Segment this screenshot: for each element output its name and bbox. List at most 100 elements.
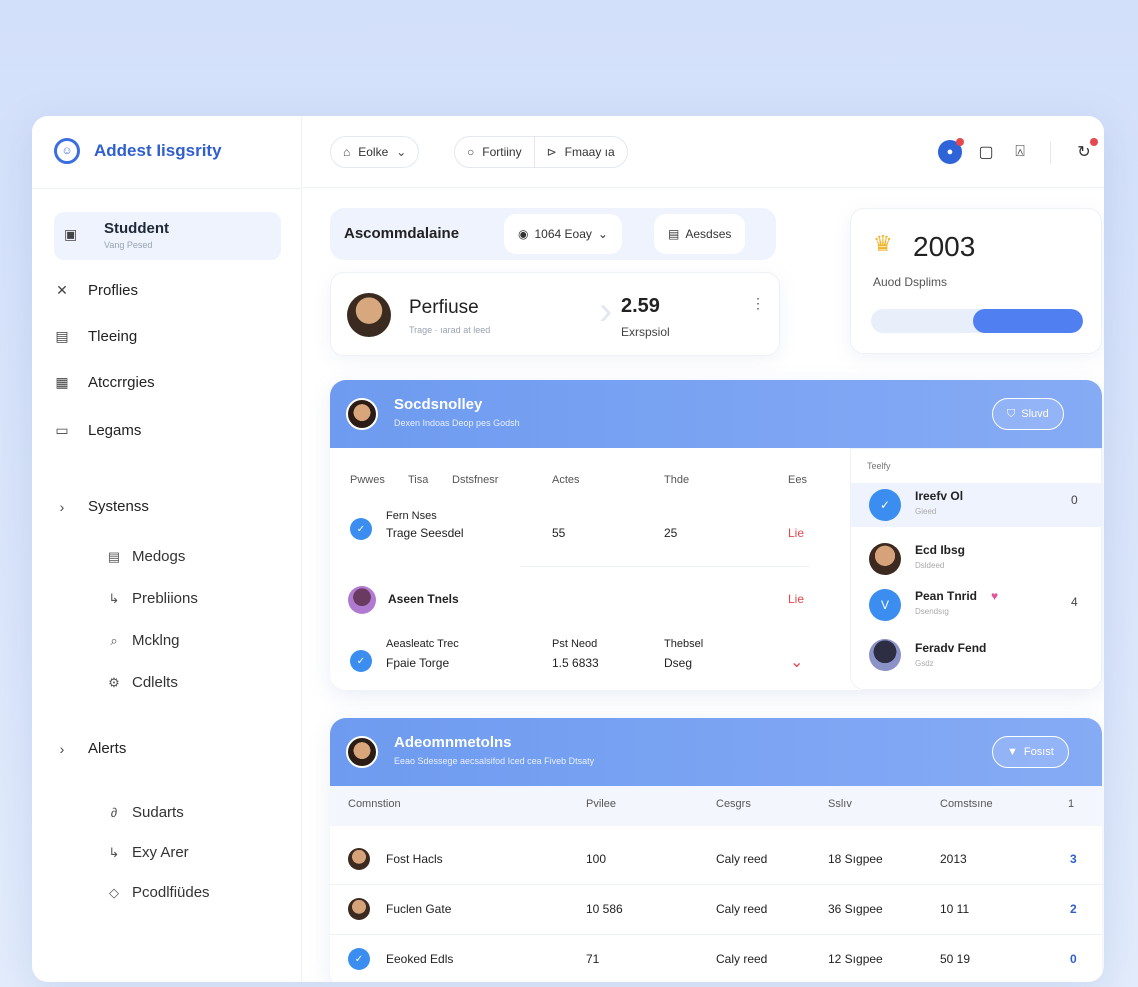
row-name[interactable]: Fost Hacls [386, 852, 443, 866]
sidebar-item-testing[interactable]: ▤ Tleeing [54, 328, 137, 345]
side-item-name[interactable]: Feradv Fend [915, 641, 986, 655]
side-item-name[interactable]: Ireefv Ol [915, 489, 963, 503]
sidebar-item-legams[interactable]: ▭ Legams [54, 422, 141, 439]
row-name[interactable]: Eeoked Edls [386, 952, 453, 966]
view-select[interactable]: ⌂ Eolke ⌄ [330, 136, 420, 168]
profile-value-label: Exrspsiol [621, 325, 670, 339]
column-header[interactable]: Actes [552, 474, 580, 486]
avatar [347, 293, 391, 337]
chevron-down-icon: ⌄ [597, 227, 608, 241]
avatar [348, 586, 376, 614]
chevron-down-icon: ⌄ [396, 145, 407, 159]
column-header[interactable]: Pwwes [350, 474, 385, 486]
filter-button[interactable]: ▼ Fosıst [992, 736, 1069, 768]
row-count[interactable]: 2 [1070, 902, 1077, 916]
column-header[interactable]: 1 [1068, 798, 1074, 810]
filter-bar: Ascommdalaine ◉ 1064 Eoay ⌄ ▤ Aesdses [330, 208, 776, 260]
sidebar-item-label: Proflies [88, 282, 139, 299]
stat-card: ♛ 2003 Auod Dsplims [850, 208, 1102, 354]
panel-header: Socdsnolley Dexen Indoas Deop pes Godsh … [330, 380, 1102, 448]
progress-bar [871, 309, 1083, 333]
window-icon[interactable]: ▢ [974, 140, 998, 164]
column-header[interactable]: Thde [664, 474, 689, 486]
tag-icon: ◇ [109, 884, 119, 900]
vimeo-icon: V [869, 589, 901, 621]
sidebar: ☺ Addest Iisgsrity ▣ Studdent Vang Pesed… [32, 116, 302, 982]
profile-sub: Trage · ıarad at leed [409, 325, 491, 335]
sidebar-subitem-cdlelts[interactable]: ⚙ Cdlelts [106, 674, 178, 691]
row-completion: 2013 [940, 852, 967, 866]
folder-icon: ▣ [64, 226, 78, 242]
column-header[interactable]: Comnstion [348, 798, 401, 810]
sidebar-subitem-exy-arer[interactable]: ↳ Exy Arer [106, 844, 189, 861]
column-header[interactable]: Sslıv [828, 798, 852, 810]
column-header[interactable]: Tisa [408, 474, 428, 486]
row-name[interactable]: Fuclen Gate [386, 902, 451, 916]
row-name: Fern Nses [386, 510, 437, 522]
divider [533, 137, 535, 167]
profile-card[interactable]: Perfiuse Trage · ıarad at leed › 2.59 Ex… [330, 272, 780, 356]
sidebar-subitem-prebliions[interactable]: ↳ Prebliions [106, 590, 198, 607]
panel-subtitle: Dexen Indoas Deop pes Godsh [394, 418, 520, 428]
row-price: 10 586 [586, 902, 623, 916]
address-filter-label: Aesdses [685, 227, 732, 241]
side-item-sub: Gieed [915, 507, 937, 516]
chevron-down-icon[interactable]: ⌄ [790, 652, 803, 672]
heart-icon: ♥ [991, 589, 999, 603]
panel-accommodations: Adeomnmetolns Eeao Sdessege aecsalsifod … [330, 718, 1102, 982]
panel-title: Socdsnolley [394, 396, 483, 413]
row-cell: 25 [664, 526, 678, 540]
status-badge: Lie [788, 526, 805, 540]
side-list: Teelfy ✓ Ireefv Ol Gieed 0 Ecd Ibsg Dsld… [850, 448, 1103, 690]
side-item-name[interactable]: Ecd Ibsg [915, 543, 965, 557]
column-header[interactable]: Comstsıne [940, 798, 993, 810]
row-cell: Thebsel [664, 638, 704, 650]
sidebar-item-profiles[interactable]: ✕ Proflies [54, 282, 138, 299]
divider [330, 934, 1102, 935]
row-price: 100 [586, 852, 607, 866]
sidebar-group-systems[interactable]: › Systenss [54, 498, 149, 515]
address-filter[interactable]: ▤ Aesdses [654, 214, 746, 254]
sidebar-subitem-students[interactable]: ∂ Sudarts [106, 804, 184, 821]
column-header[interactable]: Ees [788, 474, 807, 486]
side-list-header: Teelfy [867, 461, 891, 471]
sidebar-item-categories[interactable]: ▦ Atccrrgies [54, 374, 154, 391]
row-sales: 18 Sıgpee [828, 852, 883, 866]
side-item-value: 4 [1071, 595, 1078, 609]
side-item-name[interactable]: Pean Tnrid [915, 589, 977, 603]
segment-a[interactable]: Fortiiny [482, 145, 521, 159]
segment-b[interactable]: Fmaay ıa [565, 145, 615, 159]
sidebar-subitem-pcodlfiudes[interactable]: ◇ Pcodlfiüdes [106, 884, 210, 901]
sidebar-item-student[interactable]: ▣ Studdent Vang Pesed [54, 212, 281, 260]
sidebar-subitem-mcklng[interactable]: ⌕ Mcklng [106, 632, 179, 649]
sidebar-item-label: Legams [88, 422, 142, 439]
column-header[interactable]: Dstsfnesr [452, 474, 498, 486]
date-filter[interactable]: ◉ 1064 Eoay ⌄ [504, 214, 622, 254]
row-count[interactable]: 3 [1070, 852, 1077, 866]
twitter-icon: ✓ [348, 948, 370, 970]
lock-icon[interactable]: ⍓ [1008, 140, 1032, 164]
close-icon: ✕ [56, 282, 68, 298]
sidebar-subitem-medogs[interactable]: ▤ Medogs [106, 548, 186, 565]
chevron-right-icon: › [59, 498, 65, 515]
calendar-icon: ▤ [107, 548, 121, 564]
brand[interactable]: ☺ Addest Iisgsrity [54, 138, 222, 164]
sidebar-group-alerts[interactable]: › Alerts [54, 740, 127, 757]
row-category: Caly reed [716, 952, 768, 966]
more-icon[interactable]: ⋮ [751, 295, 765, 312]
row-cell: Pst Neod [552, 638, 598, 650]
segment-control: ○ Fortiiny ⊳ Fmaay ıa [454, 136, 628, 168]
sidebar-subitem-label: Medogs [132, 548, 186, 565]
column-header[interactable]: Cesgrs [716, 798, 751, 810]
panel-title: Adeomnmetolns [394, 734, 512, 751]
search-icon: ⌕ [110, 632, 118, 648]
share-button[interactable]: ⛉ Sluvd [992, 398, 1064, 430]
avatar [869, 543, 901, 575]
column-header[interactable]: Pvilee [586, 798, 616, 810]
logo-icon: ☺ [54, 138, 80, 164]
row-count[interactable]: 0 [1070, 952, 1077, 966]
divider [32, 188, 302, 189]
phone-icon: ↳ [108, 844, 120, 860]
row-category: Caly reed [716, 902, 768, 916]
row-name-sub: Fpaie Torge [386, 656, 450, 670]
